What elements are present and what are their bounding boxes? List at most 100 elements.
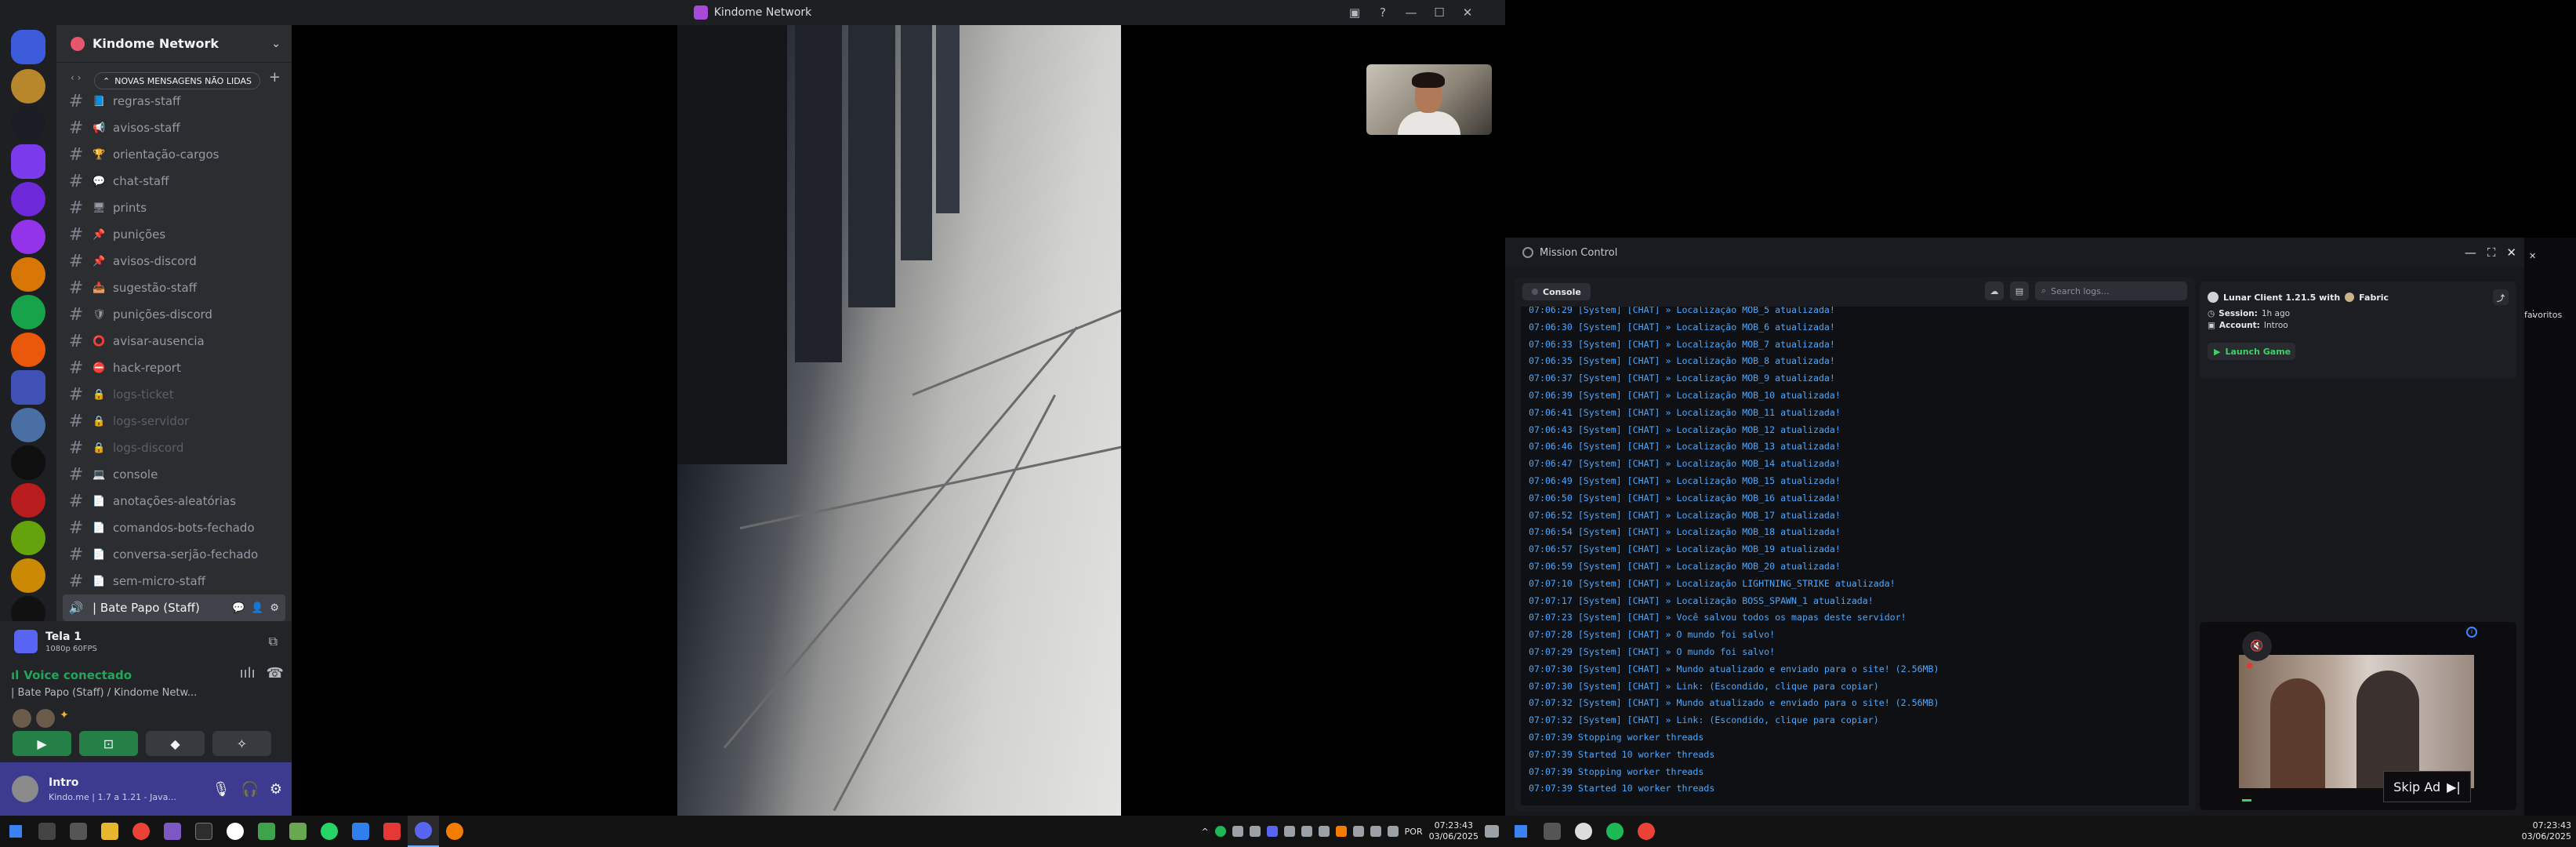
tray-icon[interactable] — [1301, 826, 1312, 837]
tab-console[interactable]: Console — [1522, 283, 1591, 300]
wifi-icon[interactable] — [1352, 826, 1364, 837]
app-icon[interactable] — [220, 816, 251, 847]
mute-icon[interactable]: 🔇 — [2242, 631, 2272, 661]
tray-icon[interactable] — [1335, 826, 1347, 837]
minimize-button[interactable]: — — [1397, 0, 1425, 25]
share-icon[interactable]: ⤴ — [2493, 289, 2509, 305]
disconnect-icon[interactable]: ☎ — [267, 665, 284, 682]
camera-button[interactable]: ▶ — [13, 731, 71, 756]
launch-game-button[interactable]: ▶ Launch Game — [2208, 343, 2295, 360]
search-input[interactable]: ⌕ Search logs... — [2035, 282, 2187, 300]
server-header[interactable]: Kindome Network ⌄ — [56, 25, 292, 63]
tray-icon[interactable] — [1249, 826, 1261, 837]
channel-item[interactable]: # 💻 console — [56, 461, 292, 488]
channel-item[interactable]: # 📄 anotações-aleatórias — [56, 488, 292, 514]
avatar[interactable] — [9, 773, 41, 805]
discord-taskbar-icon[interactable] — [408, 816, 439, 847]
voice-channel-name[interactable]: | Bate Papo (Staff) / Kindome Netw... — [11, 687, 282, 699]
volume-icon[interactable] — [1370, 826, 1381, 837]
channel-item[interactable]: # 📄 conversa-serjão-fechado — [56, 541, 292, 568]
add-channel-icon[interactable]: + — [269, 69, 281, 85]
start-button[interactable] — [0, 816, 31, 847]
channel-item[interactable]: # 📢 avisos-staff — [56, 115, 292, 141]
visual-studio-icon[interactable] — [157, 816, 188, 847]
start-button[interactable] — [1505, 816, 1537, 847]
task-view-icon[interactable] — [1537, 816, 1568, 847]
channel-item[interactable]: # 📄 comandos-bots-fechado — [56, 514, 292, 541]
settings-gear-icon[interactable]: ⚙ — [270, 602, 279, 614]
tray-icon[interactable] — [1318, 826, 1330, 837]
skip-ad-button[interactable]: Skip Ad ▶| — [2383, 771, 2471, 802]
invite-icon[interactable]: 👤 — [251, 602, 263, 614]
notepad-icon[interactable] — [251, 816, 282, 847]
guild-icon[interactable] — [11, 257, 45, 292]
lunar-taskbar-icon[interactable] — [1568, 816, 1599, 847]
guild-icon[interactable] — [11, 69, 45, 104]
app-icon[interactable] — [376, 816, 408, 847]
ad-video[interactable] — [2239, 655, 2474, 788]
guild-icon[interactable] — [11, 220, 45, 254]
battery-icon[interactable] — [1387, 826, 1399, 837]
guild-icon[interactable] — [11, 445, 45, 480]
tray-icon[interactable] — [1283, 826, 1295, 837]
vscode-icon[interactable] — [345, 816, 376, 847]
clock[interactable]: 07:23:43 03/06/2025 — [2522, 820, 2571, 842]
search-icon[interactable] — [31, 816, 63, 847]
terminal-icon[interactable] — [188, 816, 220, 847]
channel-item[interactable]: # 🖥 prints — [56, 194, 292, 221]
tray-icon[interactable] — [1232, 826, 1243, 837]
screen-share-button[interactable]: ⊡ — [79, 731, 138, 756]
channel-item[interactable]: # 🔒 logs-servidor — [56, 408, 292, 434]
upload-icon[interactable]: ☁ — [1985, 282, 2004, 300]
voice-channel-item[interactable]: 🔊 | Bate Papo (Staff) 💬 👤 ⚙ — [63, 594, 285, 621]
microphone-icon[interactable]: 🎙 — [212, 781, 230, 798]
guild-icon[interactable] — [11, 408, 45, 442]
explorer-icon[interactable] — [94, 816, 125, 847]
guild-icon[interactable] — [11, 521, 45, 555]
channel-item[interactable]: # 📄 sem-micro-staff — [56, 568, 292, 594]
guild-icon[interactable] — [11, 483, 45, 518]
guild-icon[interactable] — [11, 333, 45, 367]
inbox-icon[interactable]: ▣ — [1341, 0, 1369, 25]
channel-item[interactable]: # 📌 avisos-discord — [56, 248, 292, 274]
channel-item[interactable]: # 🏆 orientação-cargos — [56, 141, 292, 168]
screen-share-card[interactable]: Tela 1 1080p 60FPS ⧉ — [8, 624, 284, 659]
minecraft-icon[interactable] — [282, 816, 314, 847]
fullscreen-button[interactable]: ⛶ — [2487, 245, 2496, 260]
chrome-icon[interactable] — [125, 816, 157, 847]
close-button[interactable]: ✕ — [2506, 245, 2516, 260]
log-output[interactable]: 07:06:29 [System] [CHAT] » Localização M… — [1521, 307, 2189, 805]
folder-icon[interactable] — [11, 370, 45, 405]
minimize-button[interactable]: — — [2465, 245, 2476, 260]
activities-button[interactable]: ◆ — [146, 731, 205, 756]
unread-messages-banner[interactable]: ⌃ NOVAS MENSAGENS NÃO LIDAS — [94, 72, 260, 89]
guild-icon-dm[interactable] — [11, 30, 45, 64]
clock[interactable]: 07:23:43 03/06/2025 — [1429, 820, 1478, 842]
webcam-preview[interactable] — [1366, 64, 1492, 135]
info-icon[interactable]: i — [2466, 627, 2477, 638]
chevron-up-icon[interactable]: ^ — [1201, 827, 1208, 837]
language-indicator[interactable]: POR — [1405, 827, 1423, 837]
tray-icon[interactable] — [1266, 826, 1278, 837]
chat-icon[interactable]: 💬 — [232, 602, 245, 614]
soundboard-button[interactable]: ✧ — [212, 731, 271, 756]
guild-icon-active[interactable] — [11, 144, 45, 179]
channel-item[interactable]: # ⛔ hack-report — [56, 354, 292, 381]
stop-stream-icon[interactable]: ⧉ — [269, 634, 278, 649]
guild-icon[interactable] — [11, 107, 45, 141]
guild-icon[interactable] — [11, 295, 45, 329]
close-button[interactable]: ✕ — [1453, 0, 1482, 25]
favorites-label[interactable]: favoritos — [2524, 310, 2562, 320]
guild-icon[interactable] — [11, 558, 45, 593]
stream-video[interactable] — [677, 25, 1121, 816]
folder-icon[interactable]: ▤ — [2010, 282, 2029, 300]
channel-item[interactable]: # ⭕ avisar-ausencia — [56, 328, 292, 354]
headphones-icon[interactable]: 🎧 — [241, 781, 258, 798]
channel-item[interactable]: # 💬 chat-staff — [56, 168, 292, 194]
spotify-icon[interactable] — [1599, 816, 1631, 847]
chrome-icon[interactable] — [1631, 816, 1662, 847]
guild-icon[interactable] — [11, 182, 45, 216]
voice-status[interactable]: Voice conectado — [24, 668, 132, 682]
channel-item[interactable]: # 🛡 punições-discord — [56, 301, 292, 328]
search-app-icon[interactable] — [439, 816, 470, 847]
